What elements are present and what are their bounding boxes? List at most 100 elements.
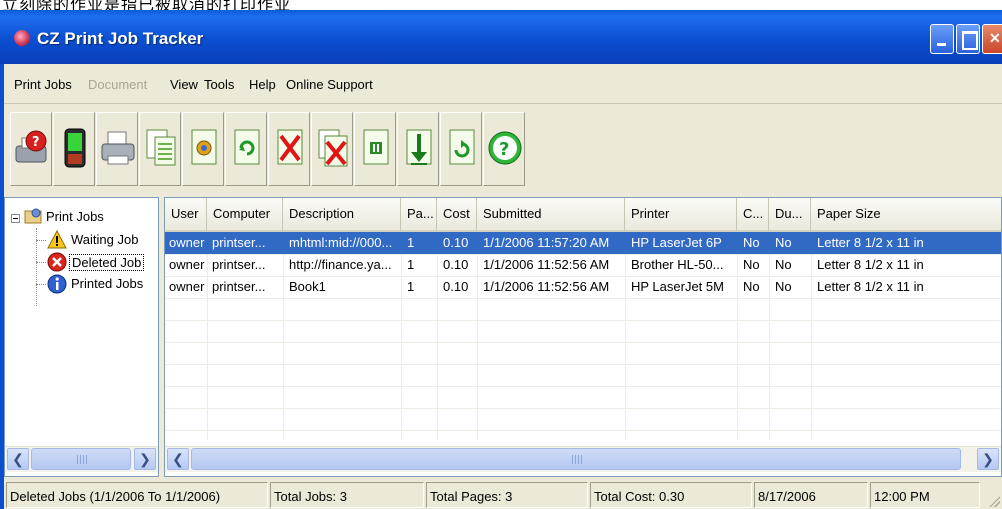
main-area: Print Jobs Waiting Job Deleted Job Print…: [4, 194, 1002, 477]
cell-paper-size: Letter 8 1/2 x 11 in: [817, 235, 924, 250]
document-settings-button[interactable]: [182, 112, 224, 186]
cell-computer: printser...: [212, 257, 266, 272]
title-bar[interactable]: CZ Print Job Tracker: [0, 10, 1002, 64]
print-jobs-folder-icon: [24, 208, 42, 224]
pda-button[interactable]: [53, 112, 95, 186]
table-row[interactable]: owner printser... Book1 1 0.10 1/1/2006 …: [165, 276, 1001, 298]
grid-line: [165, 298, 1001, 299]
grid-line: [165, 364, 1001, 365]
pause-document-button[interactable]: [354, 112, 396, 186]
column-header-computer[interactable]: Computer: [207, 198, 283, 232]
cell-submitted: 1/1/2006 11:57:20 AM: [483, 235, 610, 250]
scroll-left-arrow-icon[interactable]: ❮: [7, 448, 29, 470]
table-horizontal-scrollbar[interactable]: ❮ ❯: [165, 446, 1001, 472]
jobs-table[interactable]: User Computer Description Pa... Cost Sub…: [164, 197, 1002, 477]
window-title: CZ Print Job Tracker: [37, 29, 204, 48]
scroll-grip-icon: [77, 455, 87, 464]
grid-line: [165, 342, 1001, 343]
cell-cost: 0.10: [443, 257, 469, 272]
help-icon: ?: [488, 131, 522, 165]
table-row[interactable]: owner printser... mhtml:mid://000... 1 0…: [165, 232, 1001, 254]
caption-text: 立刻除的作业是指已被取消的打印作业: [2, 0, 292, 10]
tree-item-label: Waiting Job: [71, 232, 139, 247]
tree-root[interactable]: Print Jobs: [5, 206, 155, 228]
menu-help[interactable]: Help: [249, 77, 276, 92]
column-header-printer[interactable]: Printer: [625, 198, 737, 232]
minimize-button[interactable]: [930, 24, 954, 54]
svg-text:?: ?: [32, 135, 40, 150]
cell-user: owner: [169, 257, 205, 272]
warning-icon: [47, 230, 67, 249]
status-time: 12:00 PM: [870, 482, 980, 508]
delete-button[interactable]: [268, 112, 310, 186]
scroll-right-arrow-icon[interactable]: ❯: [134, 448, 156, 470]
cell-description: Book1: [289, 279, 326, 294]
svg-text:?: ?: [499, 139, 509, 160]
menu-print-jobs[interactable]: Print Jobs: [14, 77, 72, 92]
delete-document-button[interactable]: [311, 112, 353, 186]
tree-item-label: Printed Jobs: [71, 276, 144, 291]
resize-grip-icon[interactable]: [988, 495, 1000, 507]
scroll-right-arrow-icon[interactable]: ❯: [977, 448, 999, 470]
table-row[interactable]: owner printser... http://finance.ya... 1…: [165, 254, 1001, 276]
cell-cost: 0.10: [443, 279, 469, 294]
cell-cost: 0.10: [443, 235, 469, 250]
cell-duplex: No: [775, 279, 792, 294]
printer-help-icon: ?: [15, 130, 47, 163]
cell-computer: printser...: [212, 279, 266, 294]
menu-view[interactable]: View: [170, 77, 198, 92]
restart-document-icon: [449, 129, 475, 165]
column-header-submitted[interactable]: Submitted: [477, 198, 625, 232]
maximize-button[interactable]: [956, 24, 980, 54]
scroll-left-arrow-icon[interactable]: ❮: [167, 448, 189, 470]
status-filter: Deleted Jobs (1/1/2006 To 1/1/2006): [6, 482, 268, 508]
printer-help-button[interactable]: ?: [10, 112, 52, 186]
documents-icon: [146, 129, 176, 166]
move-down-button[interactable]: [397, 112, 439, 186]
cell-user: owner: [169, 279, 205, 294]
column-header-paper-size[interactable]: Paper Size: [811, 198, 1001, 232]
status-date: 8/17/2006: [754, 482, 868, 508]
grid-line: [165, 386, 1001, 387]
column-header-cost[interactable]: Cost: [437, 198, 477, 232]
scroll-thumb[interactable]: [191, 448, 961, 470]
tree-horizontal-scrollbar[interactable]: ❮ ❯: [5, 446, 158, 472]
documents-button[interactable]: [139, 112, 181, 186]
refresh-document-icon: [234, 129, 260, 165]
tree-item-printed-jobs[interactable]: Printed Jobs: [5, 273, 155, 295]
tree-item-deleted-job[interactable]: Deleted Job: [5, 251, 155, 273]
grid-line: [165, 408, 1001, 409]
status-bar: Deleted Jobs (1/1/2006 To 1/1/2006) Tota…: [4, 477, 1002, 509]
cell-printer: Brother HL-50...: [631, 257, 724, 272]
column-header-pages[interactable]: Pa...: [401, 198, 437, 232]
tree-item-waiting-job[interactable]: Waiting Job: [5, 229, 155, 251]
help-button[interactable]: ?: [483, 112, 525, 186]
refresh-document-button[interactable]: [225, 112, 267, 186]
delete-document-icon: [318, 129, 348, 167]
cell-paper-size: Letter 8 1/2 x 11 in: [817, 279, 924, 294]
column-header-duplex[interactable]: Du...: [769, 198, 811, 232]
cell-submitted: 1/1/2006 11:52:56 AM: [483, 279, 610, 294]
collapse-icon[interactable]: [11, 214, 20, 223]
cell-description: mhtml:mid://000...: [289, 235, 393, 250]
cell-pages: 1: [407, 235, 415, 250]
error-icon: [47, 252, 67, 272]
menu-document[interactable]: Document: [88, 77, 147, 92]
printer-button[interactable]: [96, 112, 138, 186]
column-header-user[interactable]: User: [165, 198, 207, 232]
column-header-description[interactable]: Description: [283, 198, 401, 232]
grid-line: [165, 320, 1001, 321]
scroll-grip-icon: [572, 455, 582, 464]
cell-paper-size: Letter 8 1/2 x 11 in: [817, 257, 924, 272]
close-button[interactable]: [982, 24, 1002, 54]
cell-computer: printser...: [212, 235, 266, 250]
menu-tools[interactable]: Tools: [204, 77, 234, 92]
restart-document-button[interactable]: [440, 112, 482, 186]
menu-online-support[interactable]: Online Support: [286, 77, 373, 92]
column-header-color[interactable]: C...: [737, 198, 769, 232]
scroll-thumb[interactable]: [31, 448, 131, 470]
cell-description: http://finance.ya...: [289, 257, 392, 272]
job-tree[interactable]: Print Jobs Waiting Job Deleted Job Print…: [4, 197, 159, 477]
cell-color: No: [743, 235, 760, 250]
tree-root-label: Print Jobs: [46, 209, 104, 224]
